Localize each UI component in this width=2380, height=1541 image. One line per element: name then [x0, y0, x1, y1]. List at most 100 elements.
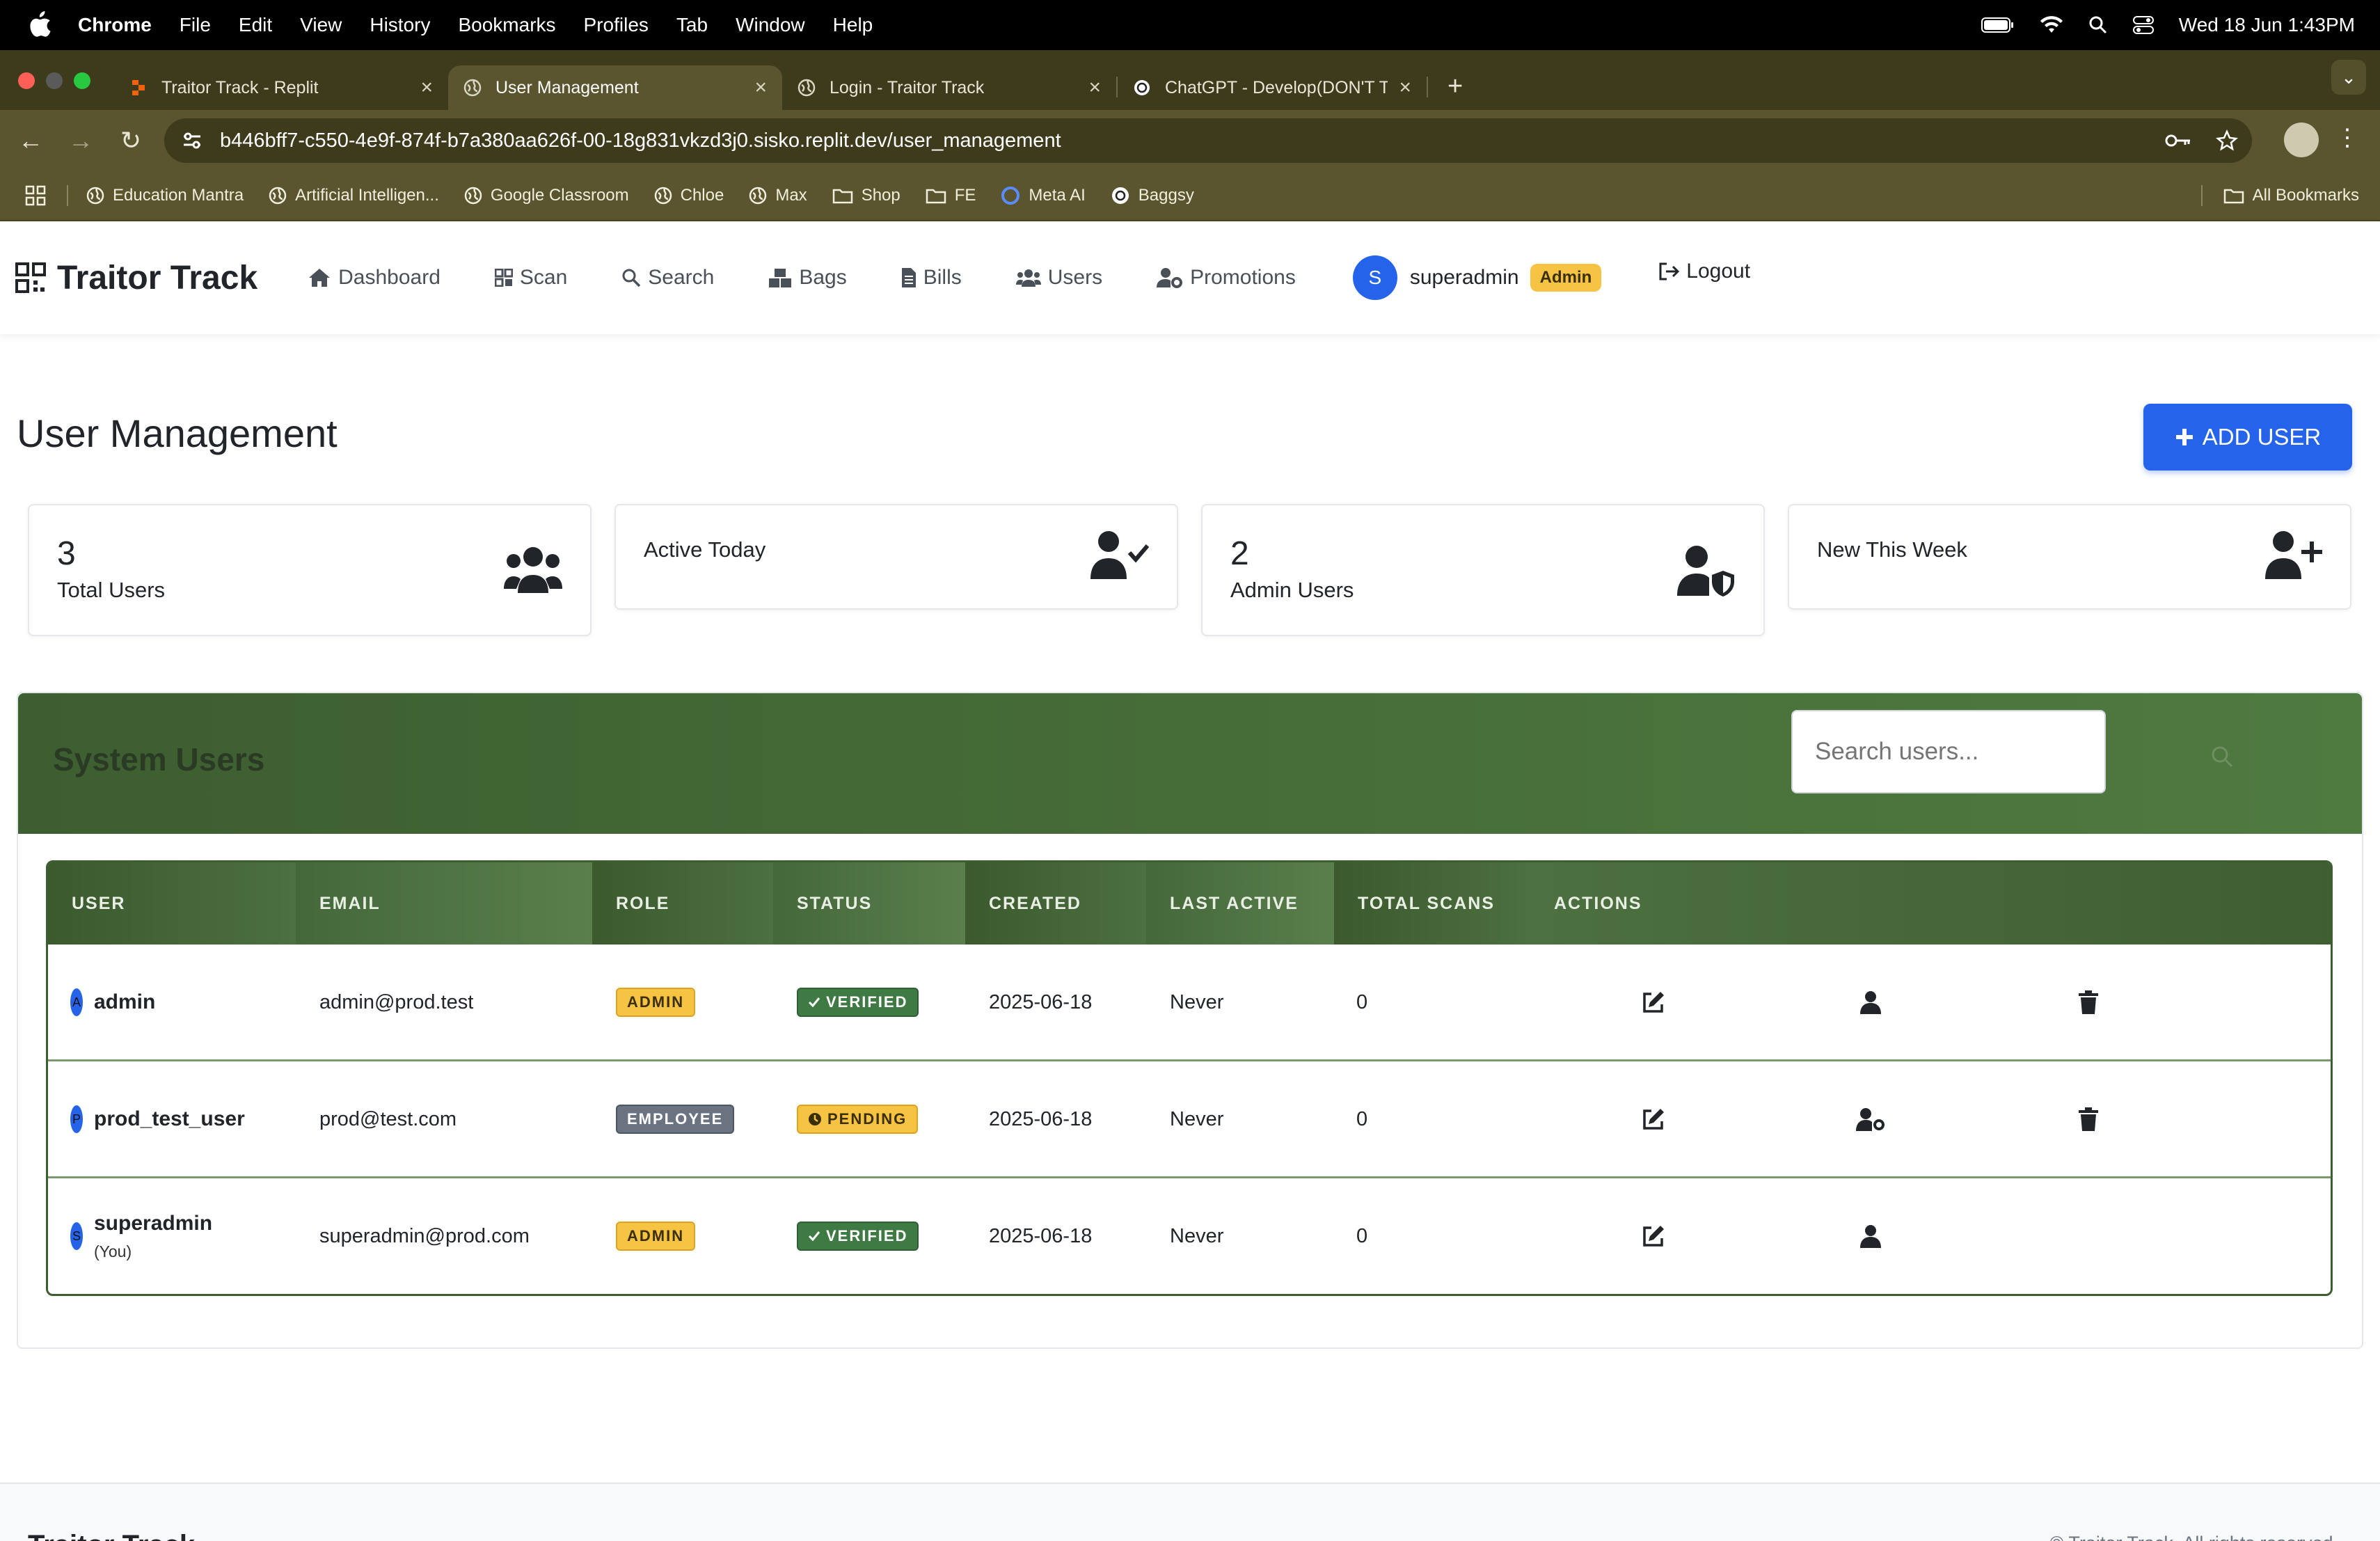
menubar-clock[interactable]: Wed 18 Jun 1:43PM — [2179, 14, 2355, 36]
new-tab-button[interactable]: + — [1447, 72, 1463, 102]
email-cell: admin@prod.test — [319, 990, 474, 1013]
last-active-cell: Never — [1170, 1224, 1224, 1247]
close-tab-icon[interactable]: × — [1399, 76, 1411, 100]
bookmark-folder-shop[interactable]: Shop — [832, 186, 901, 205]
nav-label: Dashboard — [338, 266, 441, 289]
current-username: superadmin — [1409, 266, 1519, 289]
promote-user-button[interactable] — [1856, 1061, 1885, 1177]
menu-bookmarks[interactable]: Bookmarks — [458, 14, 555, 36]
menu-window[interactable]: Window — [736, 14, 805, 36]
bookmark-artificial-intelligence[interactable]: Artificial Intelligen... — [269, 186, 439, 205]
menu-view[interactable]: View — [300, 14, 342, 36]
tab-search-dropdown[interactable]: ⌄ — [2331, 60, 2366, 95]
bookmark-folder-fe[interactable]: FE — [926, 186, 976, 205]
search-users-input[interactable] — [1791, 710, 2106, 793]
tab-login-traitor-track[interactable]: Login - Traitor Track × — [782, 65, 1116, 110]
apple-icon[interactable] — [28, 11, 53, 39]
col-user[interactable]: USER — [48, 862, 296, 945]
profile-avatar[interactable] — [2284, 123, 2319, 157]
close-tab-icon[interactable]: × — [1088, 76, 1101, 100]
bookmark-label: Google Classroom — [490, 186, 629, 205]
col-status[interactable]: STATUS — [773, 862, 965, 945]
created-cell: 2025-06-18 — [989, 1224, 1093, 1247]
chrome-menu-icon[interactable]: ⋮ — [2335, 124, 2359, 152]
user-profile-button[interactable] — [1860, 945, 1881, 1060]
nav-search[interactable]: Search — [621, 266, 714, 290]
check-icon — [808, 997, 820, 1008]
nav-users[interactable]: Users — [1015, 266, 1102, 290]
page-title: User Management — [17, 411, 338, 455]
nav-dashboard[interactable]: Dashboard — [308, 266, 441, 290]
zoom-window-button[interactable] — [74, 72, 90, 89]
nav-bills[interactable]: Bills — [901, 266, 962, 290]
menu-profiles[interactable]: Profiles — [584, 14, 649, 36]
brand-logo[interactable]: Traitor Track — [15, 259, 257, 297]
edit-user-button[interactable] — [1642, 945, 1665, 1060]
close-tab-icon[interactable]: × — [420, 76, 433, 100]
bookmark-meta-ai[interactable]: Meta AI — [1001, 186, 1086, 205]
col-total-scans[interactable]: TOTAL SCANS — [1334, 862, 1530, 945]
site-settings-icon[interactable] — [180, 128, 205, 153]
delete-user-button[interactable] — [2079, 945, 2098, 1060]
current-user-chip[interactable]: S superadmin Admin — [1352, 255, 1602, 300]
bookmark-label: Shop — [861, 186, 901, 205]
password-key-icon[interactable] — [2164, 132, 2192, 149]
nav-scan[interactable]: Scan — [494, 266, 567, 290]
minimize-window-button[interactable] — [46, 72, 63, 89]
role-badge: ADMIN — [616, 1222, 696, 1251]
role-badge: Admin — [1530, 264, 1602, 292]
menu-help[interactable]: Help — [833, 14, 873, 36]
menu-file[interactable]: File — [180, 14, 211, 36]
menu-history[interactable]: History — [370, 14, 430, 36]
bookmark-education-mantra[interactable]: Education Mantra — [86, 186, 244, 205]
bookmark-max[interactable]: Max — [749, 186, 807, 205]
bookmark-label: Education Mantra — [113, 186, 244, 205]
spotlight-search-icon[interactable] — [2088, 15, 2108, 35]
battery-icon[interactable] — [1981, 17, 2015, 33]
apps-grid-icon[interactable] — [25, 185, 46, 206]
stat-label: Total Users — [57, 578, 166, 602]
tab-user-management[interactable]: User Management × — [448, 65, 782, 110]
logout-link[interactable]: Logout — [1658, 260, 1750, 283]
col-created[interactable]: CREATED — [965, 862, 1146, 945]
forward-button[interactable]: → — [56, 126, 106, 155]
user-cell: S superadmin (You) — [70, 1178, 212, 1294]
wifi-icon[interactable] — [2040, 16, 2063, 34]
user-profile-button[interactable] — [1860, 1178, 1881, 1294]
col-actions[interactable]: ACTIONS — [1530, 862, 2331, 945]
globe-icon — [463, 79, 482, 97]
col-email[interactable]: EMAIL — [296, 862, 592, 945]
menu-edit[interactable]: Edit — [239, 14, 272, 36]
col-last-active[interactable]: LAST ACTIVE — [1146, 862, 1334, 945]
footer-brand: Traitor Track — [28, 1530, 195, 1541]
bookmark-baggsy[interactable]: Baggsy — [1111, 186, 1194, 205]
bookmark-star-icon[interactable] — [2216, 129, 2238, 152]
back-button[interactable]: ← — [6, 126, 56, 155]
add-user-button[interactable]: ADD USER — [2143, 404, 2352, 471]
nav-promotions[interactable]: Promotions — [1157, 266, 1296, 290]
search-icon[interactable] — [2210, 745, 2234, 768]
edit-user-button[interactable] — [1642, 1178, 1665, 1294]
col-role[interactable]: ROLE — [592, 862, 773, 945]
delete-user-button[interactable] — [2079, 1061, 2098, 1177]
close-tab-icon[interactable]: × — [754, 76, 767, 100]
bookmark-chloe[interactable]: Chloe — [654, 186, 724, 205]
tab-traitor-track-replit[interactable]: Traitor Track - Replit × — [114, 65, 448, 110]
close-window-button[interactable] — [18, 72, 35, 89]
menu-tab[interactable]: Tab — [676, 14, 708, 36]
control-center-icon[interactable] — [2132, 15, 2154, 35]
browser-tab-strip: Traitor Track - Replit × User Management… — [0, 50, 2380, 110]
bookmark-label: Artificial Intelligen... — [295, 186, 439, 205]
edit-user-button[interactable] — [1642, 1061, 1665, 1177]
all-bookmarks[interactable]: All Bookmarks — [2200, 185, 2359, 206]
reload-button[interactable]: ↻ — [106, 126, 156, 155]
bookmark-google-classroom[interactable]: Google Classroom — [464, 186, 629, 205]
created-cell: 2025-06-18 — [989, 990, 1093, 1013]
url-text[interactable]: b446bff7-c550-4e9f-874f-b7a380aa626f-00-… — [220, 129, 1061, 152]
tab-chatgpt[interactable]: ChatGPT - Develop(DON'T T × — [1118, 65, 1427, 110]
username: admin — [94, 990, 156, 1013]
address-bar[interactable]: b446bff7-c550-4e9f-874f-b7a380aa626f-00-… — [164, 118, 2252, 163]
edit-icon — [1643, 1109, 1664, 1130]
menu-app-chrome[interactable]: Chrome — [78, 14, 152, 36]
nav-bags[interactable]: Bags — [768, 266, 847, 290]
